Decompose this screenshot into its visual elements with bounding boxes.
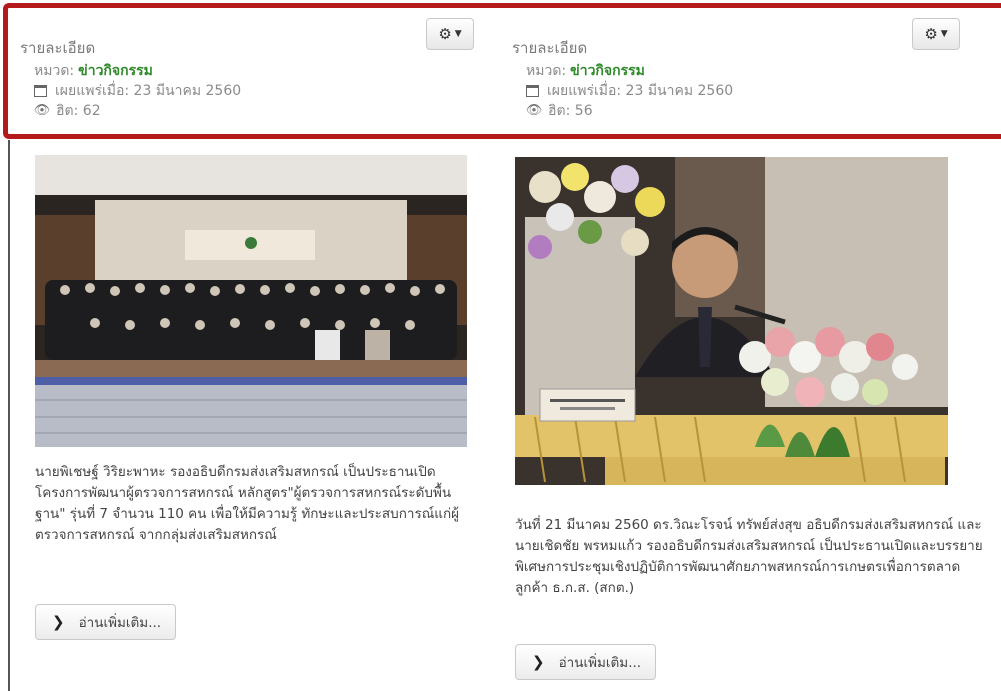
content-left-rule bbox=[8, 140, 10, 691]
highlight-box bbox=[3, 3, 1001, 139]
chevron-right-icon: ❯ bbox=[52, 613, 65, 631]
article-description: วันที่ 21 มีนาคม 2560 ดร.วิณะโรจน์ ทรัพย… bbox=[515, 517, 983, 596]
read-more-label: อ่านเพิ่มเติม... bbox=[78, 615, 162, 631]
read-more-button[interactable]: ❯ อ่านเพิ่มเติม... bbox=[35, 604, 177, 640]
article-image[interactable] bbox=[35, 155, 467, 447]
read-more-label: อ่านเพิ่มเติม... bbox=[558, 655, 642, 671]
article-description: นายพิเชษฐ์ วิริยะพาหะ รองอธิบดีกรมส่งเสร… bbox=[35, 464, 460, 543]
chevron-right-icon: ❯ bbox=[532, 653, 545, 671]
read-more-button[interactable]: ❯ อ่านเพิ่มเติม... bbox=[515, 644, 657, 680]
article-image[interactable] bbox=[515, 157, 948, 485]
